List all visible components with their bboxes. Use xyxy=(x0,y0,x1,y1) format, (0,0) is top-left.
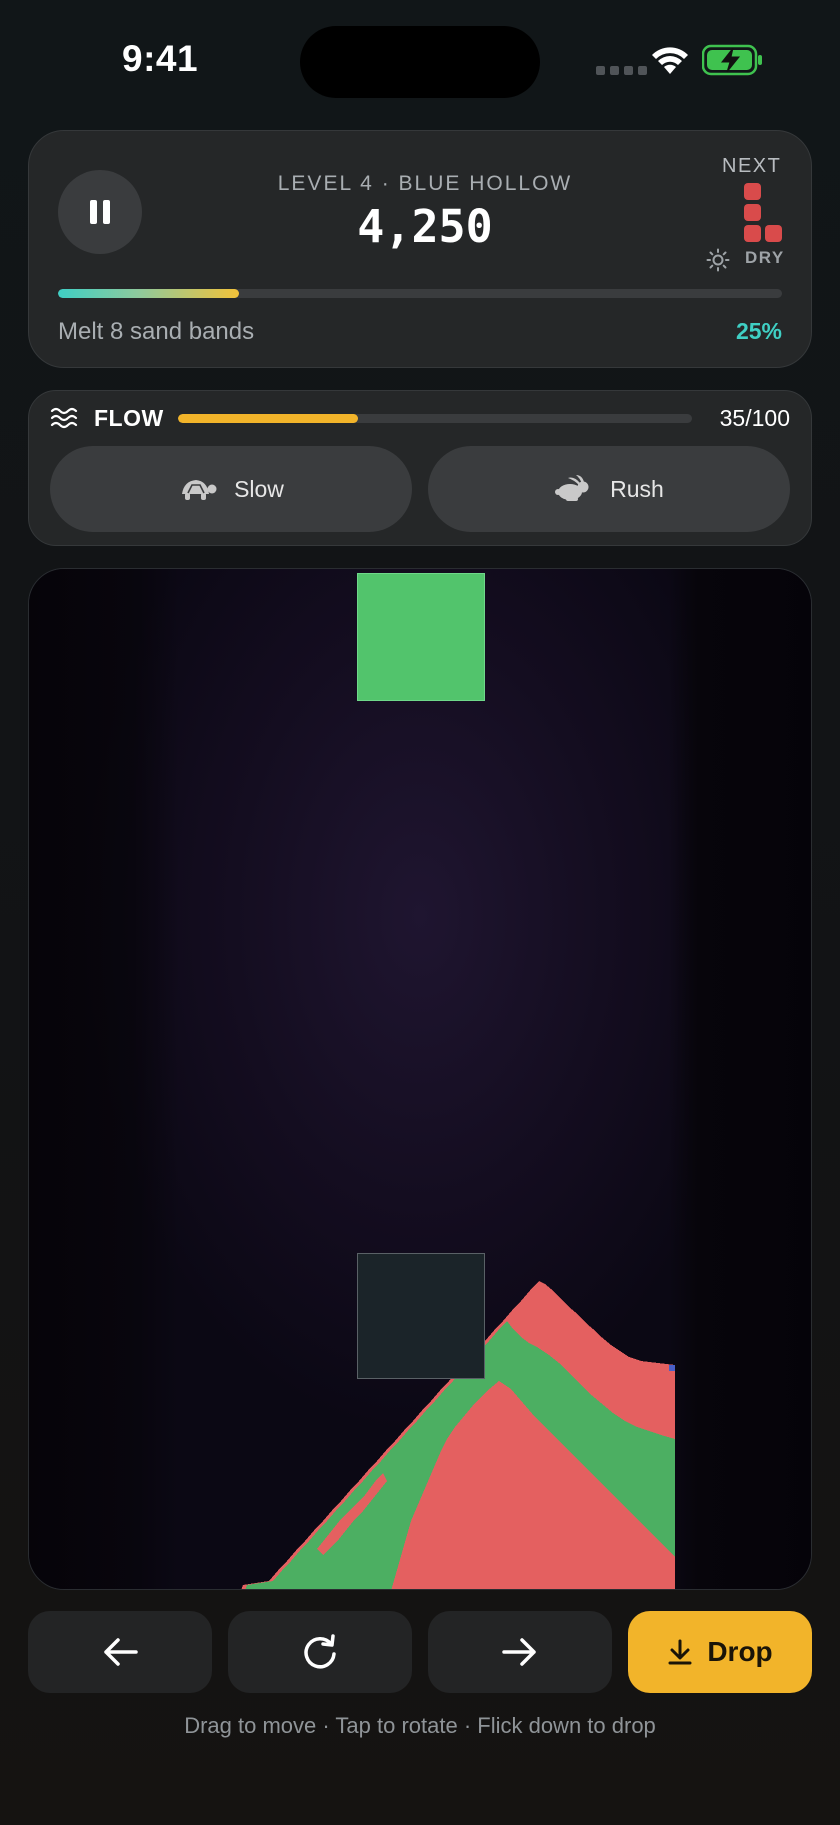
wifi-icon xyxy=(652,47,688,74)
next-piece-cell xyxy=(765,225,782,242)
flow-meter-fill xyxy=(178,414,358,423)
active-piece[interactable] xyxy=(357,573,485,701)
pause-icon xyxy=(90,200,110,224)
level-title: LEVEL 4 · BLUE HOLLOW xyxy=(277,172,573,195)
sun-icon xyxy=(706,248,730,272)
flow-value: 35/100 xyxy=(719,405,790,431)
arrow-left-icon xyxy=(104,1638,138,1666)
sand-pile xyxy=(241,1281,675,1589)
pause-button[interactable] xyxy=(58,170,142,254)
rabbit-icon xyxy=(555,475,589,501)
flow-label: FLOW xyxy=(94,405,164,431)
score: 4,250 xyxy=(357,200,493,253)
drop-label: Drop xyxy=(707,1636,773,1667)
next-piece-preview xyxy=(744,183,784,245)
game-board[interactable] xyxy=(28,568,812,1590)
goal-percent: 25% xyxy=(735,318,782,344)
move-right-button[interactable] xyxy=(428,1611,612,1693)
flow-meter xyxy=(178,414,692,423)
waves-icon xyxy=(50,407,78,429)
rotate-icon xyxy=(304,1634,336,1669)
next-piece-cell xyxy=(744,204,761,221)
move-left-button[interactable] xyxy=(28,1611,212,1693)
rotate-button[interactable] xyxy=(228,1611,412,1693)
download-icon xyxy=(668,1639,692,1665)
goal-text: Melt 8 sand bands xyxy=(58,318,255,345)
dynamic-island xyxy=(300,26,540,98)
turtle-icon xyxy=(182,480,217,500)
weather-label: DRY xyxy=(745,248,785,267)
drop-button[interactable]: Drop xyxy=(628,1611,812,1693)
arrow-right-icon xyxy=(502,1638,536,1666)
ghost-piece xyxy=(357,1253,485,1379)
battery-icon xyxy=(702,44,762,76)
goal-progress-fill xyxy=(58,289,239,298)
status-time: 9:41 xyxy=(122,38,199,79)
cellular-signal-icon xyxy=(596,66,647,75)
slow-label: Slow xyxy=(234,475,284,502)
goal-progress-bar xyxy=(58,289,782,298)
next-piece-cell xyxy=(744,183,761,200)
rush-button[interactable]: Rush xyxy=(428,446,790,532)
controls-hint: Drag to move · Tap to rotate · Flick dow… xyxy=(184,1713,656,1738)
slow-button[interactable]: Slow xyxy=(50,446,412,532)
next-piece-cell xyxy=(744,225,761,242)
rush-label: Rush xyxy=(610,475,664,502)
next-label: NEXT xyxy=(722,155,782,177)
